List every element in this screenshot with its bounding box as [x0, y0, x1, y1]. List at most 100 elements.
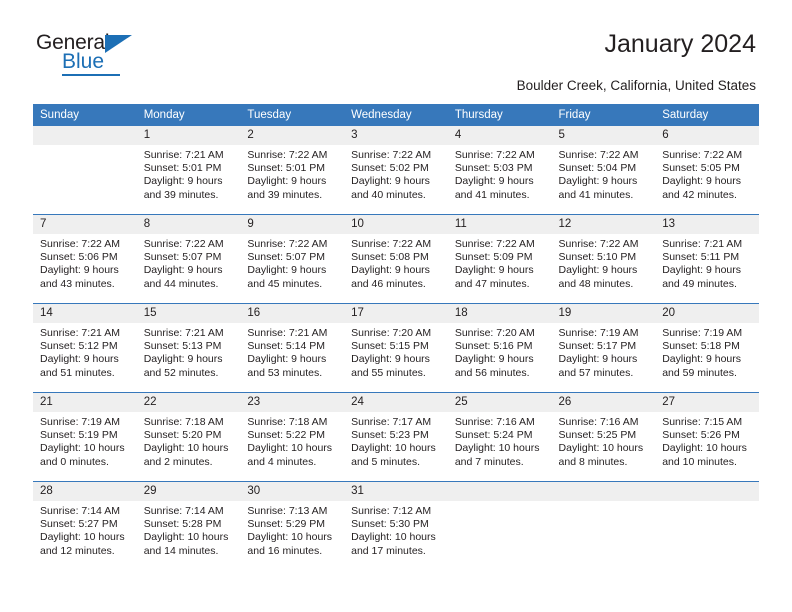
calendar-day-cell[interactable]: 8 Sunrise: 7:22 AM Sunset: 5:07 PM Daylight… — [136, 214, 241, 304]
calendar-week-row: 14 Sunrise: 7:21 AM Sunset: 5:12 PM Dayligh… — [33, 303, 759, 393]
day-details: Sunrise: 7:22 AM Sunset: 5:10 PM Daylight:… — [552, 234, 656, 291]
daylight-text: and 47 minutes. — [454, 277, 530, 290]
day-number: 12 — [551, 215, 656, 234]
day-details: Sunrise: 7:20 AM Sunset: 5:16 PM Daylight:… — [448, 323, 552, 380]
daylight-text: Daylight: 9 hours — [40, 264, 119, 277]
calendar-day-cell[interactable]: 18 Sunrise: 7:20 AM Sunset: 5:16 PM Dayligh… — [447, 303, 552, 393]
day-number: 3 — [344, 126, 448, 145]
calendar-day-cell[interactable]: 4 Sunrise: 7:22 AM Sunset: 5:03 PM Daylight… — [447, 126, 552, 215]
daylight-text: and 17 minutes. — [351, 544, 426, 557]
weekday-header-friday: Friday — [551, 104, 656, 126]
calendar-day-cell[interactable]: 28 Sunrise: 7:14 AM Sunset: 5:27 PM Dayligh… — [33, 481, 137, 570]
calendar-day-cell[interactable]: 5 Sunrise: 7:22 AM Sunset: 5:04 PM Daylight… — [551, 126, 656, 215]
sunset-text: Sunset: 5:14 PM — [247, 340, 326, 353]
sunset-text: Sunset: 5:02 PM — [351, 162, 429, 175]
daylight-text: Daylight: 9 hours — [454, 175, 534, 188]
daylight-text: and 7 minutes. — [454, 455, 524, 468]
calendar-week-row: 21 Sunrise: 7:19 AM Sunset: 5:19 PM Dayligh… — [33, 392, 759, 482]
calendar-day-cell[interactable]: 16 Sunrise: 7:21 AM Sunset: 5:14 PM Dayligh… — [240, 303, 345, 393]
sunset-text: Sunset: 5:26 PM — [662, 429, 740, 442]
calendar-day-cell[interactable]: 15 Sunrise: 7:21 AM Sunset: 5:13 PM Dayligh… — [136, 303, 241, 393]
calendar-day-cell[interactable]: 6 Sunrise: 7:22 AM Sunset: 5:05 PM Daylight… — [655, 126, 759, 215]
day-details: Sunrise: 7:21 AM Sunset: 5:11 PM Daylight:… — [655, 234, 759, 291]
daylight-text: and 49 minutes. — [662, 277, 737, 290]
sunrise-text: Sunrise: 7:22 AM — [454, 238, 535, 250]
calendar-day-cell[interactable]: 23 Sunrise: 7:18 AM Sunset: 5:22 PM Dayligh… — [240, 392, 345, 482]
day-number: 24 — [344, 393, 448, 412]
sunrise-text: Sunrise: 7:22 AM — [247, 149, 328, 161]
calendar-day-cell[interactable]: 27 Sunrise: 7:15 AM Sunset: 5:26 PM Dayligh… — [655, 392, 759, 482]
daylight-text: Daylight: 10 hours — [143, 442, 229, 455]
day-number: 19 — [551, 304, 656, 323]
daylight-text: Daylight: 10 hours — [40, 531, 125, 544]
calendar-day-cell[interactable]: 2 Sunrise: 7:22 AM Sunset: 5:01 PM Daylight… — [240, 126, 345, 215]
day-details: Sunrise: 7:12 AM Sunset: 5:30 PM Daylight:… — [344, 501, 448, 558]
daylight-text: and 53 minutes. — [247, 366, 323, 379]
calendar-day-cell[interactable]: 10 Sunrise: 7:22 AM Sunset: 5:08 PM Dayligh… — [344, 214, 448, 304]
sunrise-text: Sunrise: 7:13 AM — [247, 505, 328, 517]
calendar-day-cell[interactable]: 1 Sunrise: 7:21 AM Sunset: 5:01 PM Daylight… — [136, 126, 241, 215]
sunset-text: Sunset: 5:18 PM — [662, 340, 740, 353]
daylight-text: and 4 minutes. — [247, 455, 317, 468]
daylight-text: and 48 minutes. — [558, 277, 634, 290]
calendar-day-cell[interactable]: 30 Sunrise: 7:13 AM Sunset: 5:29 PM Dayligh… — [240, 481, 345, 570]
day-number: 26 — [551, 393, 656, 412]
calendar-day-cell[interactable]: 7 Sunrise: 7:22 AM Sunset: 5:06 PM Daylight… — [33, 214, 137, 304]
day-number: 21 — [33, 393, 137, 412]
daylight-text: and 59 minutes. — [662, 366, 737, 379]
daylight-text: Daylight: 9 hours — [247, 175, 327, 188]
calendar-day-cell[interactable]: 24 Sunrise: 7:17 AM Sunset: 5:23 PM Dayligh… — [344, 392, 448, 482]
day-details: Sunrise: 7:22 AM Sunset: 5:03 PM Daylight:… — [448, 145, 552, 202]
weekday-header-thursday: Thursday — [447, 104, 552, 126]
sunrise-text: Sunrise: 7:19 AM — [662, 327, 743, 339]
calendar-day-cell[interactable]: 25 Sunrise: 7:16 AM Sunset: 5:24 PM Dayligh… — [447, 392, 552, 482]
sunset-text: Sunset: 5:12 PM — [40, 340, 118, 353]
day-number: 5 — [551, 126, 656, 145]
sunset-text: Sunset: 5:15 PM — [351, 340, 429, 353]
day-details: Sunrise: 7:21 AM Sunset: 5:01 PM Daylight:… — [137, 145, 241, 202]
sunrise-text: Sunrise: 7:22 AM — [40, 238, 120, 250]
calendar-day-cell[interactable]: 29 Sunrise: 7:14 AM Sunset: 5:28 PM Dayligh… — [136, 481, 241, 570]
sunset-text: Sunset: 5:28 PM — [143, 518, 222, 531]
calendar-day-cell[interactable]: 17 Sunrise: 7:20 AM Sunset: 5:15 PM Dayligh… — [344, 303, 448, 393]
day-number: 9 — [240, 215, 345, 234]
daylight-text: and 12 minutes. — [40, 544, 115, 557]
weekday-header-saturday: Saturday — [655, 104, 759, 126]
sunset-text: Sunset: 5:11 PM — [662, 251, 740, 264]
general-blue-logo[interactable]: General Blue — [36, 32, 146, 76]
sunrise-text: Sunrise: 7:22 AM — [558, 238, 639, 250]
day-details: Sunrise: 7:20 AM Sunset: 5:15 PM Daylight:… — [344, 323, 448, 380]
calendar-day-cell[interactable]: 26 Sunrise: 7:16 AM Sunset: 5:25 PM Dayligh… — [551, 392, 656, 482]
page-subtitle-location: Boulder Creek, California, United States — [516, 78, 756, 93]
sunset-text: Sunset: 5:01 PM — [143, 162, 222, 175]
calendar-day-cell[interactable]: 13 Sunrise: 7:21 AM Sunset: 5:11 PM Dayligh… — [655, 214, 759, 304]
daylight-text: and 41 minutes. — [558, 188, 634, 201]
day-details: Sunrise: 7:22 AM Sunset: 5:05 PM Daylight:… — [655, 145, 759, 202]
sunrise-text: Sunrise: 7:19 AM — [558, 327, 639, 339]
day-details: Sunrise: 7:19 AM Sunset: 5:18 PM Daylight:… — [655, 323, 759, 380]
calendar-day-cell-empty — [551, 481, 656, 570]
calendar-day-cell[interactable]: 20 Sunrise: 7:19 AM Sunset: 5:18 PM Dayligh… — [655, 303, 759, 393]
calendar-day-cell[interactable]: 22 Sunrise: 7:18 AM Sunset: 5:20 PM Dayligh… — [136, 392, 241, 482]
daylight-text: Daylight: 9 hours — [454, 353, 534, 366]
day-number: 16 — [240, 304, 345, 323]
calendar-day-cell[interactable]: 12 Sunrise: 7:22 AM Sunset: 5:10 PM Dayligh… — [551, 214, 656, 304]
calendar-day-cell[interactable]: 3 Sunrise: 7:22 AM Sunset: 5:02 PM Daylight… — [344, 126, 448, 215]
calendar-body: 1 Sunrise: 7:21 AM Sunset: 5:01 PM Daylight… — [33, 126, 759, 570]
calendar-day-cell[interactable]: 14 Sunrise: 7:21 AM Sunset: 5:12 PM Dayligh… — [33, 303, 137, 393]
daylight-text: Daylight: 9 hours — [454, 264, 534, 277]
day-number: 11 — [447, 215, 552, 234]
sunset-text: Sunset: 5:22 PM — [247, 429, 326, 442]
sunset-text: Sunset: 5:08 PM — [351, 251, 429, 264]
daylight-text: Daylight: 9 hours — [40, 353, 119, 366]
calendar-day-cell[interactable]: 31 Sunrise: 7:12 AM Sunset: 5:30 PM Dayligh… — [344, 481, 448, 570]
calendar-day-cell[interactable]: 19 Sunrise: 7:19 AM Sunset: 5:17 PM Dayligh… — [551, 303, 656, 393]
day-details: Sunrise: 7:22 AM Sunset: 5:08 PM Daylight:… — [344, 234, 448, 291]
sunrise-text: Sunrise: 7:21 AM — [662, 238, 743, 250]
sunrise-text: Sunrise: 7:16 AM — [454, 416, 535, 428]
calendar-day-cell[interactable]: 11 Sunrise: 7:22 AM Sunset: 5:09 PM Dayligh… — [447, 214, 552, 304]
sunset-text: Sunset: 5:04 PM — [558, 162, 637, 175]
calendar-day-cell[interactable]: 21 Sunrise: 7:19 AM Sunset: 5:19 PM Dayligh… — [33, 392, 137, 482]
daylight-text: Daylight: 9 hours — [351, 264, 430, 277]
calendar-day-cell[interactable]: 9 Sunrise: 7:22 AM Sunset: 5:07 PM Daylight… — [240, 214, 345, 304]
